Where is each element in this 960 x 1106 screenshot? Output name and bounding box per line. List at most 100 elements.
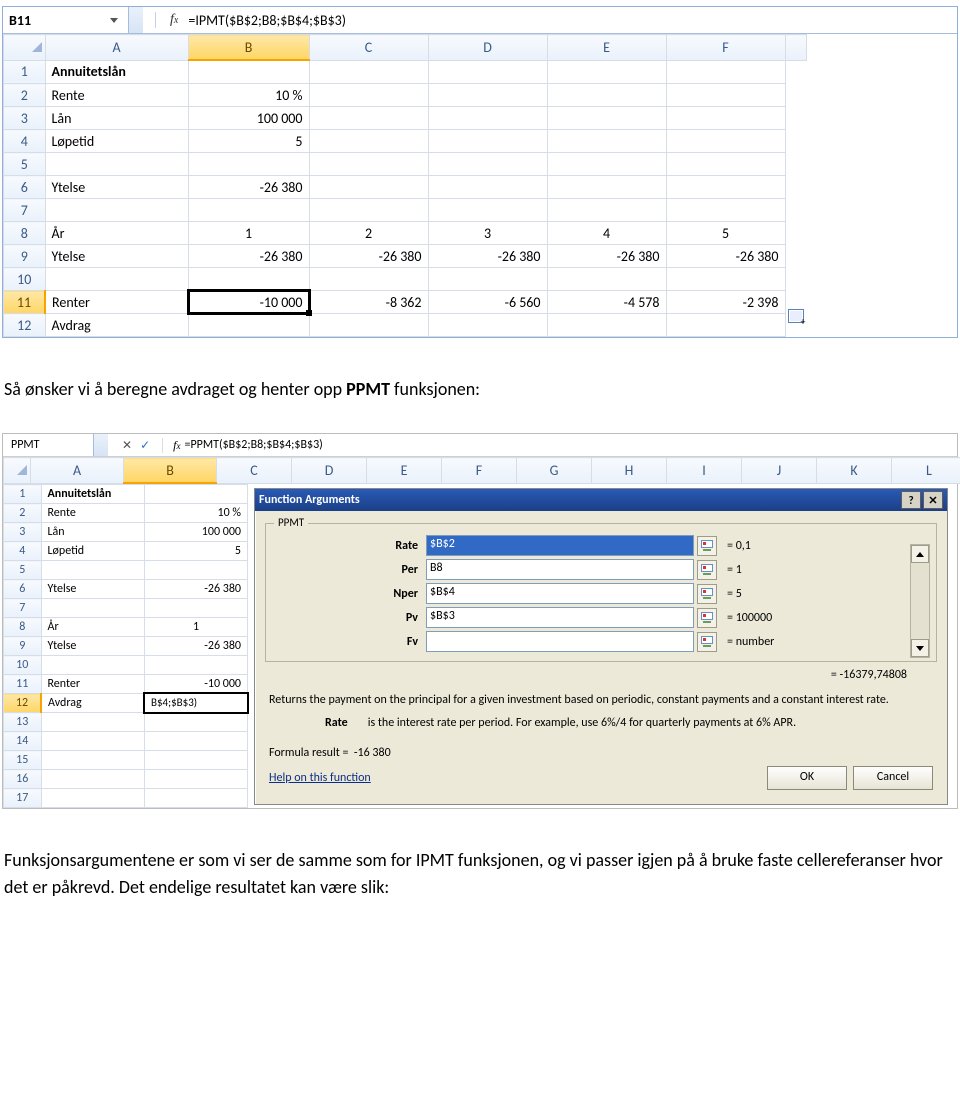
row-header[interactable]: 8 — [4, 222, 46, 245]
cell[interactable] — [547, 268, 666, 291]
arg-input[interactable]: $B$3 — [426, 607, 694, 628]
cell[interactable] — [145, 599, 248, 618]
cell[interactable] — [188, 314, 309, 337]
cell[interactable] — [145, 789, 248, 808]
row-header[interactable]: 12 — [4, 314, 46, 337]
cell[interactable] — [41, 770, 145, 789]
cell[interactable] — [41, 789, 145, 808]
row-header[interactable]: 11 — [4, 291, 46, 314]
cell[interactable]: Lån — [45, 107, 188, 130]
cell[interactable] — [41, 599, 145, 618]
cell[interactable]: 10 % — [188, 84, 309, 107]
range-picker-icon[interactable] — [697, 632, 717, 652]
split-grip[interactable] — [128, 7, 143, 33]
row-header[interactable]: 2 — [4, 84, 46, 107]
formula-input[interactable]: =IPMT($B$2;B8;$B$4;$B$3) — [184, 10, 957, 31]
col-header[interactable]: L — [892, 458, 960, 484]
cell[interactable] — [145, 656, 248, 675]
cell[interactable]: 10 % — [145, 504, 248, 523]
autofill-options-icon[interactable] — [788, 309, 804, 323]
cell[interactable] — [428, 107, 547, 130]
row-header[interactable]: 13 — [4, 713, 42, 732]
cell[interactable] — [145, 732, 248, 751]
cell[interactable] — [666, 130, 785, 153]
cell[interactable] — [428, 84, 547, 107]
cell[interactable] — [41, 751, 145, 770]
row-header[interactable]: 2 — [4, 504, 42, 523]
cell[interactable]: 5 — [666, 222, 785, 245]
cell[interactable] — [145, 770, 248, 789]
row-header[interactable]: 8 — [4, 618, 42, 637]
cell[interactable] — [547, 176, 666, 199]
cell[interactable] — [145, 751, 248, 770]
row-header[interactable]: 1 — [4, 485, 42, 504]
cell[interactable] — [666, 199, 785, 222]
spreadsheet-grid-2[interactable]: 1Annuitetslån2Rente10 %3Lån100 0004Løpet… — [3, 484, 248, 808]
scroll-down-icon[interactable] — [911, 639, 929, 657]
row-header[interactable]: 3 — [4, 107, 46, 130]
cell[interactable]: -8 362 — [309, 291, 428, 314]
spreadsheet-grid-1[interactable]: ABCDEF1Annuitetslån2Rente10 %3Lån100 000… — [3, 34, 807, 337]
row-header[interactable]: 10 — [4, 268, 46, 291]
cell[interactable]: -26 380 — [428, 245, 547, 268]
cell[interactable] — [547, 107, 666, 130]
cell[interactable] — [547, 314, 666, 337]
cell[interactable] — [188, 268, 309, 291]
cell[interactable] — [666, 60, 785, 84]
enter-edit-icon[interactable]: ✓ — [140, 438, 150, 453]
cell[interactable] — [428, 199, 547, 222]
cell[interactable] — [547, 60, 666, 84]
col-header[interactable]: H — [592, 458, 667, 484]
cell[interactable] — [309, 60, 428, 84]
col-header[interactable]: D — [292, 458, 367, 484]
cell[interactable] — [428, 130, 547, 153]
cancel-button[interactable]: Cancel — [853, 766, 933, 790]
cell[interactable] — [45, 199, 188, 222]
row-header[interactable]: 9 — [4, 637, 42, 656]
cell[interactable] — [428, 153, 547, 176]
cell[interactable] — [45, 268, 188, 291]
arg-input[interactable]: $B$2 — [426, 535, 694, 556]
cell[interactable] — [547, 130, 666, 153]
cell[interactable] — [309, 130, 428, 153]
cell[interactable]: 5 — [188, 130, 309, 153]
cell[interactable] — [188, 60, 309, 84]
cell[interactable]: -2 398 — [666, 291, 785, 314]
cancel-edit-icon[interactable]: ✕ — [122, 438, 132, 453]
cell[interactable]: 2 — [309, 222, 428, 245]
range-picker-icon[interactable] — [697, 584, 717, 604]
cell[interactable] — [547, 153, 666, 176]
cell[interactable] — [547, 199, 666, 222]
cell[interactable]: -4 578 — [547, 291, 666, 314]
cell[interactable]: 3 — [428, 222, 547, 245]
range-picker-icon[interactable] — [697, 608, 717, 628]
column-headers-2[interactable]: ABCDEFGHIJKL — [3, 457, 960, 484]
cell[interactable]: Rente — [41, 504, 145, 523]
col-header[interactable]: A — [31, 458, 124, 484]
cell[interactable]: -26 380 — [666, 245, 785, 268]
cell[interactable] — [428, 314, 547, 337]
help-link[interactable]: Help on this function — [269, 771, 371, 785]
cell[interactable]: -10 000 — [145, 675, 248, 694]
cell[interactable] — [309, 199, 428, 222]
col-header[interactable]: D — [428, 35, 547, 61]
fx-icon[interactable]: fx — [162, 438, 180, 453]
row-header[interactable]: 16 — [4, 770, 42, 789]
row-header[interactable]: 6 — [4, 580, 42, 599]
col-header[interactable]: K — [817, 458, 892, 484]
row-header[interactable]: 12 — [4, 694, 42, 713]
cell[interactable]: Annuitetslån — [45, 60, 188, 84]
cell[interactable]: -26 380 — [309, 245, 428, 268]
cell[interactable]: -26 380 — [145, 580, 248, 599]
cell[interactable]: Renter — [41, 675, 145, 694]
cell[interactable] — [666, 84, 785, 107]
cell[interactable]: 100 000 — [145, 523, 248, 542]
cell[interactable] — [666, 153, 785, 176]
name-box-2[interactable]: PPMT — [3, 436, 89, 454]
col-header[interactable]: A — [45, 35, 188, 61]
cell[interactable]: B$4;$B$3) — [145, 694, 248, 713]
arg-input[interactable]: $B$4 — [426, 583, 694, 604]
cell[interactable] — [428, 268, 547, 291]
cell[interactable]: Rente — [45, 84, 188, 107]
cell[interactable]: -10 000 — [188, 291, 309, 314]
